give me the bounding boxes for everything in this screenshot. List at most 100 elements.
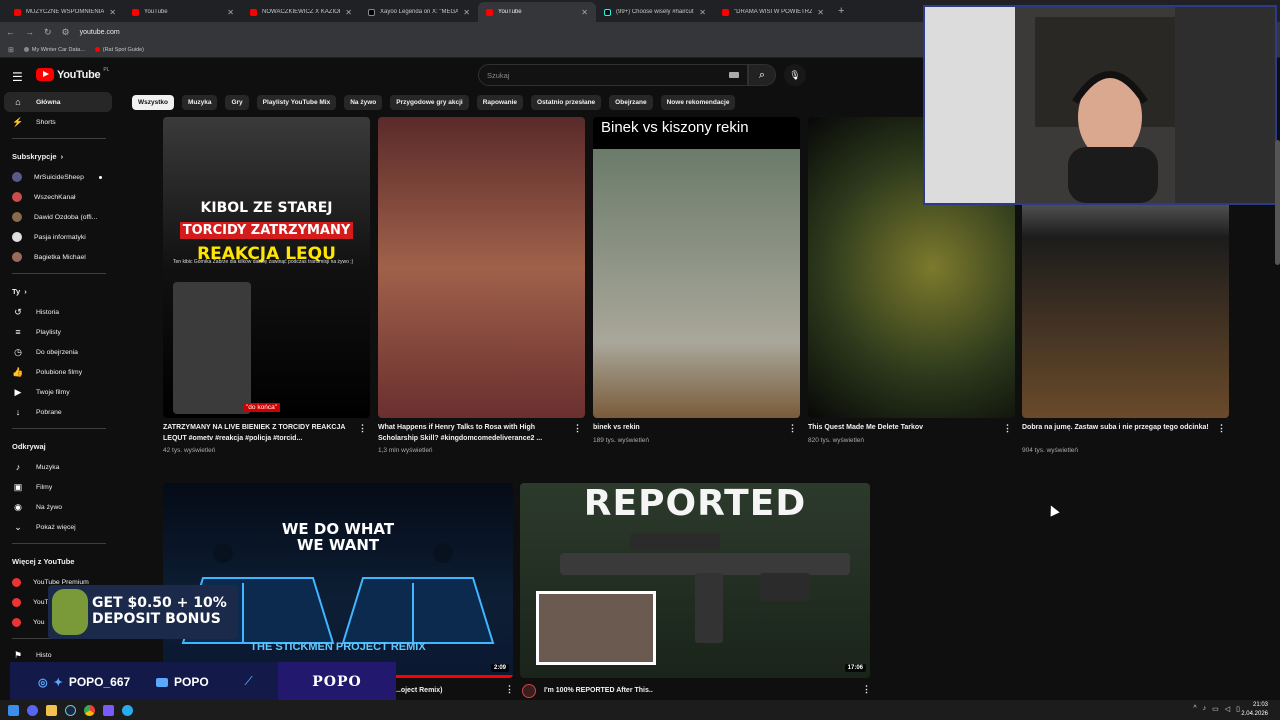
video-thumbnail[interactable]: WE DO WHAT WE WANT THE STICKMEN PROJECT … — [163, 483, 513, 678]
url-field[interactable]: youtube.com — [80, 29, 120, 36]
filter-chip[interactable]: Playlisty YouTube Mix — [256, 95, 337, 110]
more-actions-icon[interactable]: ⋮ — [573, 423, 582, 434]
close-tab-icon[interactable]: ✕ — [463, 8, 470, 17]
sidebar-item-home[interactable]: ⌂ Główna — [4, 92, 112, 112]
hamburger-menu-icon[interactable]: ☰ — [12, 70, 23, 84]
chrome-icon[interactable] — [84, 704, 95, 716]
sidebar-item[interactable]: ▶ Twoje filmy — [0, 382, 118, 402]
chevron-up-icon[interactable]: ^ — [1193, 705, 1196, 713]
filter-chip[interactable]: Ostatnio przesłane — [531, 95, 602, 110]
close-tab-icon[interactable]: ✕ — [699, 8, 706, 17]
browser-tab[interactable]: NOWACZKIEWICZ X KAZIOR ✕ — [242, 2, 360, 22]
more-actions-icon[interactable]: ⋮ — [505, 684, 514, 695]
sidebar-item[interactable]: Pasja informatyki — [0, 227, 118, 247]
close-tab-icon[interactable]: ✕ — [345, 8, 352, 17]
sidebar-item[interactable]: ⌄ Pokaż więcej — [0, 517, 118, 537]
sidebar-item-shorts[interactable]: ⚡ Shorts — [0, 112, 118, 132]
video-thumbnail[interactable]: REPORTED 17:06 — [520, 483, 870, 678]
telegram-icon[interactable] — [122, 704, 133, 716]
back-icon[interactable]: ← — [6, 27, 15, 37]
search-input[interactable]: Szukaj — [478, 64, 748, 86]
video-thumbnail[interactable]: Binek vs kiszony rekin — [593, 117, 800, 418]
windows-start-icon[interactable] — [8, 704, 19, 716]
explorer-icon[interactable] — [46, 704, 57, 716]
video-thumbnail[interactable]: KIBOL ZE STAREJ TORCIDY ZATRZYMANY REAKCJA… — [163, 117, 370, 418]
close-tab-icon[interactable]: ✕ — [581, 8, 588, 17]
browser-tab[interactable]: "DRAMA WISI W POWIETRZU" ✕ — [714, 2, 832, 22]
video-card[interactable]: KIBOL ZE STAREJ TORCIDY ZATRZYMANY REAKCJA… — [163, 117, 370, 462]
browser-tab[interactable]: Xayoo Legenda on X: "MEGA ✕ — [360, 2, 478, 22]
video-card[interactable]: Binek vs kiszony rekin binek vs rekin 189 … — [593, 117, 800, 462]
video-title[interactable]: Dobra na jumę. Zastaw suba i nie przegap… — [1022, 423, 1212, 434]
battery-icon[interactable]: ▯ — [1236, 705, 1240, 713]
filter-chip[interactable]: Rapowanie — [476, 95, 524, 110]
sidebar-item[interactable]: Dawid Ozdoba (offi... — [0, 207, 118, 227]
sidebar-item[interactable]: ↺ Historia — [0, 302, 118, 322]
filter-chip[interactable]: Muzyka — [181, 95, 218, 110]
browser-tab[interactable]: YouTube ✕ — [124, 2, 242, 22]
search-button[interactable]: ⌕ — [748, 64, 776, 86]
filter-chip[interactable]: Przygodowe gry akcji — [390, 95, 469, 110]
video-card[interactable]: REPORTED 17:06 I'm 100% REPORTED After T… — [520, 483, 871, 698]
more-actions-icon[interactable]: ⋮ — [788, 423, 797, 434]
discord-icon[interactable] — [27, 704, 38, 716]
video-title[interactable]: binek vs rekin — [593, 423, 783, 434]
steam-icon[interactable] — [65, 704, 76, 716]
video-title[interactable]: ZATRZYMANY NA LIVE BIENIEK Z TORCIDY REA… — [163, 423, 353, 444]
filter-chip[interactable]: Wszystko — [132, 95, 174, 110]
thumbnail-subtitle: "do końca" — [243, 403, 280, 412]
history-icon: ↺ — [14, 306, 22, 317]
sidebar-item[interactable]: ◉ Na żywo — [0, 497, 118, 517]
close-tab-icon[interactable]: ✕ — [227, 8, 234, 17]
sidebar-item[interactable]: ▣ Filmy — [0, 477, 118, 497]
you-heading[interactable]: Ty › — [0, 280, 118, 302]
sidebar-item[interactable]: ↓ Pobrane — [0, 402, 118, 422]
more-actions-icon[interactable]: ⋮ — [862, 684, 871, 695]
home-icon: ⌂ — [15, 97, 21, 107]
browser-tab[interactable]: MUZYCZNE WSPOMNIENIA KL✕ — [6, 2, 124, 22]
sidebar-item[interactable]: ♪ Muzyka — [0, 457, 118, 477]
filter-chip[interactable]: Nowe rekomendacje — [660, 95, 736, 110]
video-title[interactable]: ...oject Remix) — [395, 686, 505, 697]
apps-icon[interactable]: ⊞ — [8, 46, 14, 54]
more-actions-icon[interactable]: ⋮ — [1217, 423, 1226, 434]
browser-tab[interactable]: YouTube ✕ — [478, 2, 596, 22]
video-title[interactable]: This Quest Made Me Delete Tarkov — [808, 423, 998, 434]
network-icon[interactable]: ▭ — [1212, 705, 1219, 713]
subscriptions-heading[interactable]: Subskrypcje › — [0, 145, 118, 167]
site-info-icon[interactable]: ⚙ — [62, 27, 70, 38]
sidebar-item[interactable]: ◷ Do obejrzenia — [0, 342, 118, 362]
video-title[interactable]: What Happens if Henry Talks to Rosa with… — [378, 423, 568, 444]
page-scrollbar[interactable] — [1275, 140, 1280, 265]
app-icon[interactable] — [103, 704, 114, 716]
volume-icon[interactable]: ◁ — [1225, 705, 1230, 713]
sidebar-item[interactable]: MrSuicideSheep — [0, 167, 118, 187]
filter-chip[interactable]: Na żywo — [344, 95, 383, 110]
filter-chip[interactable]: Gry — [225, 95, 249, 110]
sidebar-item[interactable]: 👍 Polubione filmy — [0, 362, 118, 382]
new-tab-icon[interactable]: + — [838, 5, 844, 17]
channel-avatar[interactable] — [522, 684, 536, 698]
bookmark-item[interactable]: My Winter Car Data... — [23, 47, 85, 53]
video-thumbnail[interactable] — [378, 117, 585, 418]
more-actions-icon[interactable]: ⋮ — [1003, 423, 1012, 434]
close-tab-icon[interactable]: ✕ — [817, 8, 824, 17]
sidebar-item[interactable]: Bagietka Michael — [0, 247, 118, 267]
taskbar-clock[interactable]: 21:03 2.04.2026 — [1241, 701, 1268, 719]
more-actions-icon[interactable]: ⋮ — [358, 423, 367, 434]
bookmark-item[interactable]: (Rat Spot Guide) — [94, 47, 144, 53]
voice-search-button[interactable]: 🎙 — [784, 64, 806, 86]
video-card[interactable]: What Happens if Henry Talks to Rosa with… — [378, 117, 585, 462]
reload-icon[interactable]: ↻ — [44, 27, 52, 38]
keyboard-icon[interactable] — [729, 72, 739, 78]
youtube-logo[interactable]: YouTube PL — [36, 67, 109, 81]
filter-chip[interactable]: Obejrzane — [609, 95, 653, 110]
video-title[interactable]: I'm 100% REPORTED After This.. — [544, 686, 844, 697]
browser-tab[interactable]: (99+) Choose wisely #haircut # ✕ — [596, 2, 714, 22]
mic-tray-icon[interactable]: ♪ — [1203, 705, 1207, 713]
sidebar-item[interactable]: ≡ Playlisty — [0, 322, 118, 342]
sidebar-item[interactable]: WszechKanał — [0, 187, 118, 207]
forward-icon[interactable]: → — [25, 27, 34, 37]
streamer-name: POPO — [278, 662, 396, 702]
close-tab-icon[interactable]: ✕ — [109, 8, 116, 17]
